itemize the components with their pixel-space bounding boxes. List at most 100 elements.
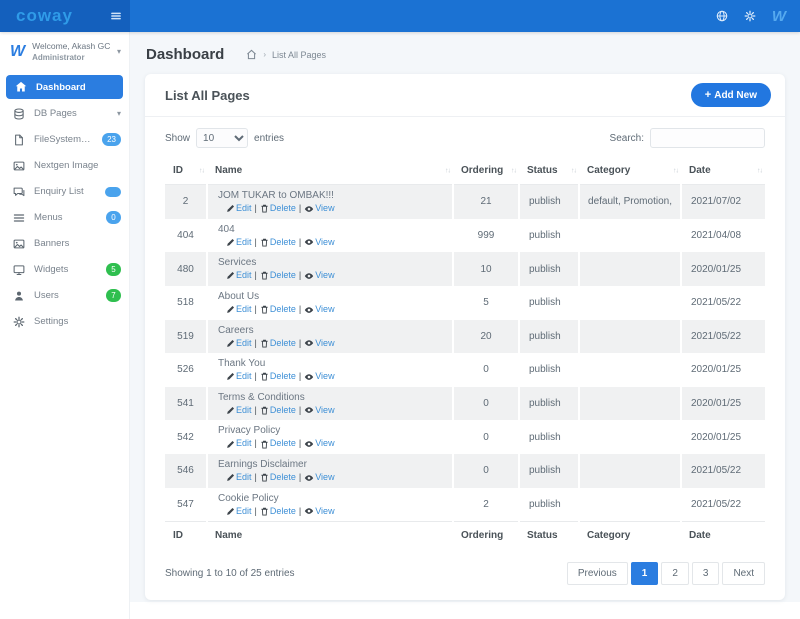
user-profile-dropdown[interactable]: W Welcome, Akash GC Administrator ▾ (0, 32, 129, 71)
table-row: 404404Edit|Delete|View999publish2021/04/… (165, 219, 765, 253)
view-link[interactable]: View (304, 472, 334, 482)
action-separator: | (299, 237, 301, 247)
edit-link[interactable]: Edit (226, 506, 252, 516)
home-breadcrumb-icon[interactable] (246, 49, 257, 60)
sort-icon: ↑↓ (673, 167, 678, 174)
delete-link[interactable]: Delete (260, 405, 296, 415)
view-link[interactable]: View (304, 304, 334, 314)
action-separator: | (299, 506, 301, 516)
edit-link[interactable]: Edit (226, 472, 252, 482)
view-link[interactable]: View (304, 438, 334, 448)
cell-name: Terms & ConditionsEdit|Delete|View (207, 387, 453, 421)
column-header-id[interactable]: ID↑↓ (165, 157, 207, 185)
delete-link[interactable]: Delete (260, 203, 296, 213)
edit-link[interactable]: Edit (226, 203, 252, 213)
delete-link[interactable]: Delete (260, 270, 296, 280)
column-header-date[interactable]: Date↑↓ (681, 157, 765, 185)
pagination: Previous123Next (567, 562, 765, 585)
delete-link[interactable]: Delete (260, 304, 296, 314)
column-header-name[interactable]: Name↑↓ (207, 157, 453, 185)
view-link[interactable]: View (304, 371, 334, 381)
edit-icon (226, 438, 235, 448)
topbar-actions: W (130, 8, 800, 25)
sidebar-item-enquiry-list[interactable]: Enquiry List (0, 179, 129, 204)
cell-status: publish (519, 320, 579, 354)
search-input[interactable] (650, 128, 765, 148)
column-header-category[interactable]: Category↑↓ (579, 157, 681, 185)
delete-icon (260, 506, 269, 516)
action-separator: | (299, 405, 301, 415)
edit-icon (226, 371, 235, 381)
sidebar-item-db-pages[interactable]: DB Pages▾ (0, 101, 129, 126)
sidebar-item-banners[interactable]: Banners (0, 231, 129, 256)
view-link[interactable]: View (304, 405, 334, 415)
delete-icon (260, 237, 269, 247)
hamburger-menu-icon[interactable] (110, 10, 122, 22)
cell-status: publish (519, 387, 579, 421)
column-header-status[interactable]: Status↑↓ (519, 157, 579, 185)
view-link[interactable]: View (304, 506, 334, 516)
cell-id: 526 (165, 353, 207, 387)
topbar-brand-section: coway (0, 0, 130, 32)
search-label: Search: (610, 133, 644, 144)
page-length-select[interactable]: 10 (196, 128, 248, 148)
edit-link[interactable]: Edit (226, 270, 252, 280)
action-separator: | (299, 371, 301, 381)
pagination-page-3[interactable]: 3 (692, 562, 720, 585)
comments-icon (13, 186, 25, 198)
add-new-button[interactable]: + Add New (691, 83, 771, 107)
edit-link[interactable]: Edit (226, 438, 252, 448)
delete-link[interactable]: Delete (260, 338, 296, 348)
view-link[interactable]: View (304, 338, 334, 348)
cell-name: ServicesEdit|Delete|View (207, 252, 453, 286)
edit-link[interactable]: Edit (226, 338, 252, 348)
cell-date: 2021/05/22 (681, 320, 765, 354)
action-separator: | (299, 438, 301, 448)
edit-link[interactable]: Edit (226, 304, 252, 314)
sidebar-item-menus[interactable]: Menus0 (0, 205, 129, 230)
cell-category (579, 353, 681, 387)
brand-w-icon[interactable]: W (772, 8, 786, 25)
edit-link[interactable]: Edit (226, 405, 252, 415)
page-name: 404 (214, 224, 446, 235)
pagination-page-1[interactable]: 1 (631, 562, 659, 585)
coway-logo[interactable]: coway (16, 6, 73, 26)
list-pages-card: List All Pages + Add New Show 10 entries… (145, 74, 785, 600)
breadcrumb-current[interactable]: List All Pages (272, 50, 326, 60)
row-actions: Edit|Delete|View (214, 338, 446, 349)
cell-date: 2020/01/25 (681, 387, 765, 421)
sidebar-item-filesystem-cms[interactable]: FileSystem CMS23 (0, 127, 129, 152)
edit-link[interactable]: Edit (226, 371, 252, 381)
delete-link[interactable]: Delete (260, 506, 296, 516)
sidebar-item-dashboard[interactable]: Dashboard (6, 75, 123, 99)
action-separator: | (255, 506, 257, 516)
sort-icon: ↑↓ (511, 167, 516, 174)
delete-icon (260, 203, 269, 213)
gears-icon[interactable] (744, 10, 756, 22)
edit-link[interactable]: Edit (226, 237, 252, 247)
plus-icon: + (705, 89, 711, 101)
table-foot-head: IDNameOrderingStatusCategoryDate (165, 522, 765, 550)
count-badge: 7 (106, 289, 121, 302)
delete-link[interactable]: Delete (260, 438, 296, 448)
pagination-previous[interactable]: Previous (567, 562, 628, 585)
cell-date: 2021/07/02 (681, 185, 765, 219)
pagination-next[interactable]: Next (722, 562, 765, 585)
sidebar-item-settings[interactable]: Settings (0, 309, 129, 334)
delete-link[interactable]: Delete (260, 237, 296, 247)
view-link[interactable]: View (304, 270, 334, 280)
cell-category (579, 286, 681, 320)
page-name: Terms & Conditions (214, 392, 446, 403)
delete-link[interactable]: Delete (260, 371, 296, 381)
sidebar-item-widgets[interactable]: Widgets5 (0, 257, 129, 282)
delete-link[interactable]: Delete (260, 472, 296, 482)
globe-icon[interactable] (716, 10, 728, 22)
view-link[interactable]: View (304, 203, 334, 213)
column-header-ordering[interactable]: Ordering↑↓ (453, 157, 519, 185)
view-link[interactable]: View (304, 237, 334, 247)
sidebar-item-users[interactable]: Users7 (0, 283, 129, 308)
sidebar-item-nextgen-image[interactable]: Nextgen Image (0, 153, 129, 178)
view-icon (304, 371, 314, 381)
cell-ordering: 0 (453, 454, 519, 488)
pagination-page-2[interactable]: 2 (661, 562, 689, 585)
